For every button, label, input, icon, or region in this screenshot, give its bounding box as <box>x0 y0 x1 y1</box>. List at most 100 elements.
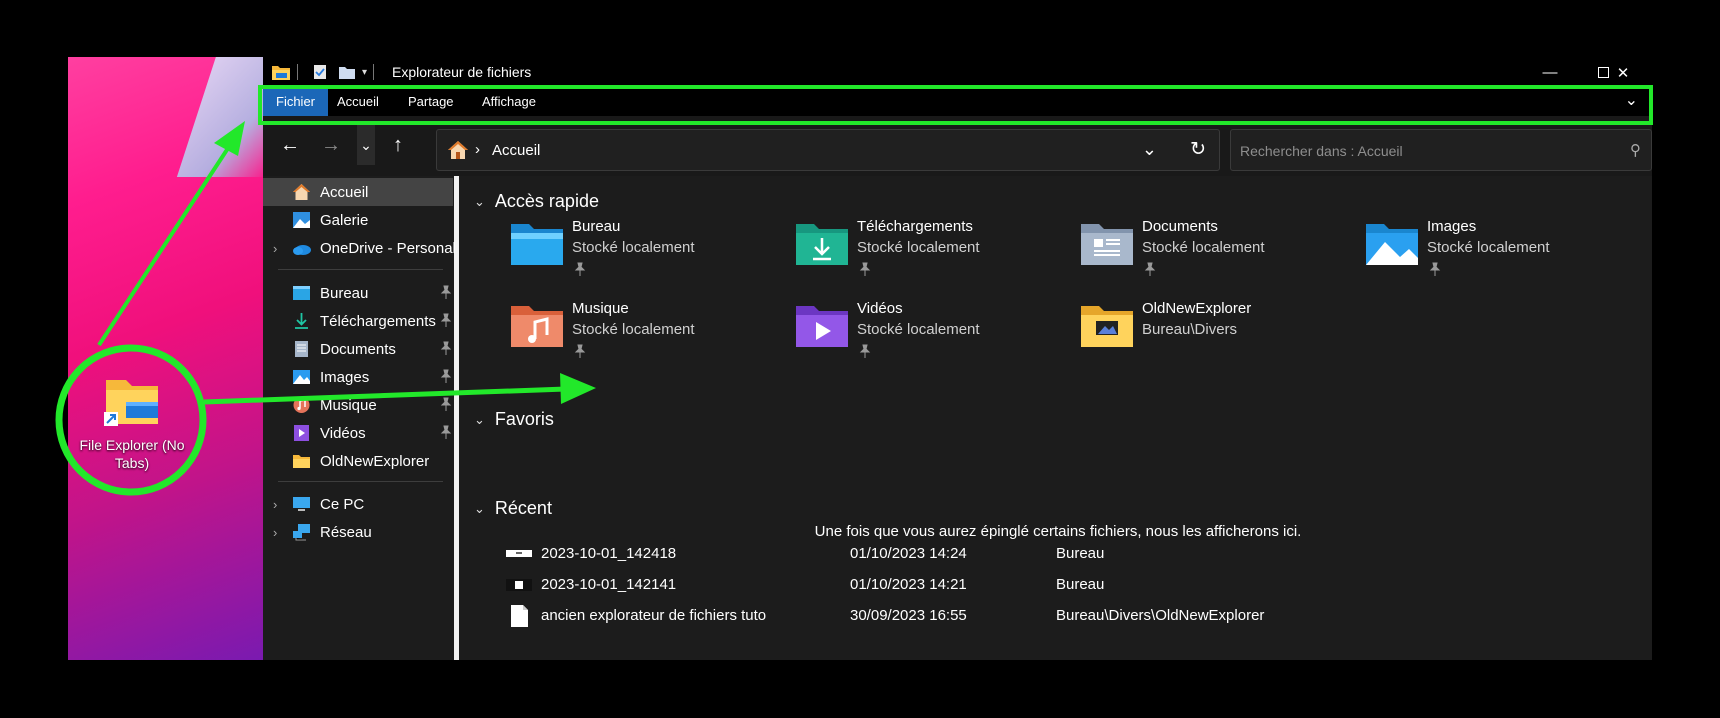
sidebar-divider <box>278 269 443 270</box>
pin-icon <box>1429 262 1441 276</box>
onedrive-icon <box>293 245 311 255</box>
forward-button[interactable]: → <box>316 130 346 160</box>
toolbar-separator <box>373 64 375 80</box>
quick-access-tile-images[interactable]: Images Stocké localement <box>1365 218 1635 282</box>
minimize-icon: — <box>1542 64 1558 81</box>
tile-name: Bureau <box>572 218 621 235</box>
arrow-left-icon: ← <box>280 133 300 156</box>
up-button[interactable]: ↑ <box>383 130 413 160</box>
music-folder-icon <box>511 306 563 347</box>
tab-partage[interactable]: Partage <box>395 88 467 116</box>
sidebar-item-label: Réseau <box>320 523 372 541</box>
sidebar-item-label: Accueil <box>320 183 369 201</box>
sidebar-item-bureau[interactable]: Bureau <box>263 279 453 307</box>
pin-icon[interactable] <box>440 313 452 327</box>
pin-icon[interactable] <box>440 397 452 411</box>
collapse-chevron-icon: ⌄ <box>474 411 485 427</box>
tab-accueil[interactable]: Accueil <box>324 88 392 116</box>
recent-file-name: ancien explorateur de fichiers tuto <box>541 607 767 624</box>
expand-ribbon-chevron-down-icon[interactable]: ⌄ <box>1625 90 1638 110</box>
section-header-recent[interactable]: ⌄ Récent <box>474 498 552 519</box>
quick-access-tile-bureau[interactable]: Bureau Stocké localement <box>510 218 780 282</box>
search-input[interactable] <box>1240 140 1610 162</box>
tab-fichier[interactable]: Fichier <box>263 88 329 116</box>
recent-file-location: Bureau\Divers\OldNewExplorer <box>1056 607 1265 624</box>
sidebar-item-oldnewexplorer[interactable]: OldNewExplorer <box>263 447 453 475</box>
sidebar-item-images[interactable]: Images <box>263 363 453 391</box>
pin-icon[interactable] <box>440 369 452 383</box>
navigation-bar: ← → ⌄ ↑ › Accueil ⌄ ↻ ⚲ <box>263 116 1652 176</box>
navigation-pane: Accueil Galerie › OneDrive - Personal Bu… <box>263 176 459 660</box>
recent-file-date: 30/09/2023 16:55 <box>850 607 967 624</box>
sidebar-item-documents[interactable]: Documents <box>263 335 453 363</box>
file-explorer-shortcut-icon <box>104 380 158 426</box>
title-bar: ▾ Explorateur de fichiers — ✕ <box>263 57 1652 88</box>
pin-icon <box>574 344 586 358</box>
videos-icon <box>294 425 309 441</box>
section-header-favorites[interactable]: ⌄ Favoris <box>474 409 554 430</box>
tile-subtitle: Stocké localement <box>1427 239 1550 256</box>
recent-file-row[interactable]: 2023-10-01_142418 01/10/2023 14:24 Burea… <box>504 540 1604 568</box>
section-header-quick-access[interactable]: ⌄ Accès rapide <box>474 191 599 212</box>
back-button[interactable]: ← <box>275 130 305 160</box>
expand-chevron-right-icon[interactable]: › <box>273 497 277 512</box>
quick-access-tile-telechargements[interactable]: Téléchargements Stocké localement <box>795 218 1065 282</box>
sidebar-item-accueil[interactable]: Accueil <box>263 178 453 206</box>
recent-file-name: 2023-10-01_142418 <box>541 545 677 562</box>
pin-icon[interactable] <box>440 285 452 299</box>
tile-name: Documents <box>1142 218 1218 235</box>
sidebar-item-ce-pc[interactable]: › Ce PC <box>263 490 453 518</box>
sidebar-item-label: OneDrive - Personal <box>320 239 456 257</box>
section-title: Favoris <box>494 409 554 429</box>
sidebar-item-musique[interactable]: Musique <box>263 391 453 419</box>
folder-app-icon <box>272 66 290 80</box>
file-explorer-shortcut-label: File Explorer (No Tabs) <box>79 437 185 471</box>
search-box[interactable]: ⚲ <box>1230 129 1652 171</box>
download-icon <box>295 313 308 329</box>
sidebar-item-label: Musique <box>320 396 377 414</box>
sidebar-item-telechargements[interactable]: Téléchargements <box>263 307 453 335</box>
recent-file-row[interactable]: 2023-10-01_142141 01/10/2023 14:21 Burea… <box>504 571 1604 599</box>
section-title: Récent <box>494 498 552 518</box>
sidebar-item-videos[interactable]: Vidéos <box>263 419 453 447</box>
breadcrumb-separator-icon: › <box>475 141 480 158</box>
pin-icon[interactable] <box>440 425 452 439</box>
network-icon <box>293 524 310 541</box>
expand-chevron-right-icon[interactable]: › <box>273 525 277 540</box>
sidebar-item-galerie[interactable]: Galerie <box>263 206 453 234</box>
pc-icon <box>293 497 310 511</box>
sidebar-item-reseau[interactable]: › Réseau <box>263 518 453 546</box>
desktop-wallpaper <box>68 57 263 660</box>
expand-chevron-right-icon[interactable]: › <box>273 241 277 256</box>
image-file-icon <box>506 579 532 591</box>
recent-locations-button[interactable]: ⌄ <box>357 125 375 165</box>
new-folder-icon[interactable] <box>338 64 356 80</box>
quick-access-tile-documents[interactable]: Documents Stocké localement <box>1080 218 1350 282</box>
pin-icon[interactable] <box>440 341 452 355</box>
tab-affichage[interactable]: Affichage <box>469 88 549 116</box>
pictures-icon <box>293 370 310 384</box>
arrow-right-icon: → <box>321 133 341 156</box>
quick-access-toolbar: ▾ <box>271 62 375 82</box>
content-pane: ⌄ Accès rapide Bureau Stocké localement … <box>464 176 1652 660</box>
address-history-chevron-down-icon[interactable]: ⌄ <box>1142 139 1157 160</box>
quick-access-tile-musique[interactable]: Musique Stocké localement <box>510 300 780 364</box>
close-button[interactable]: ✕ <box>1594 57 1652 88</box>
sidebar-item-label: Vidéos <box>320 424 366 442</box>
customize-toolbar-icon[interactable]: ▾ <box>362 67 367 78</box>
recent-file-row[interactable]: ancien explorateur de fichiers tuto 30/0… <box>504 602 1604 630</box>
desktop-folder-icon <box>293 286 310 300</box>
tile-subtitle: Stocké localement <box>857 239 980 256</box>
minimize-button[interactable]: — <box>1521 57 1579 88</box>
address-bar[interactable]: › Accueil ⌄ ↻ <box>436 129 1220 171</box>
breadcrumb-accueil[interactable]: Accueil <box>492 142 540 159</box>
documents-folder-icon <box>1081 224 1133 265</box>
quick-access-tile-oldnewexplorer[interactable]: OldNewExplorer Bureau\Divers <box>1080 300 1350 364</box>
sidebar-item-onedrive[interactable]: › OneDrive - Personal <box>263 234 456 262</box>
tile-name: Téléchargements <box>857 218 973 235</box>
folder-icon <box>293 455 310 468</box>
file-explorer-shortcut[interactable]: File Explorer (No Tabs) <box>68 372 196 472</box>
properties-icon[interactable] <box>312 64 328 80</box>
refresh-icon[interactable]: ↻ <box>1190 138 1206 161</box>
quick-access-tile-videos[interactable]: Vidéos Stocké localement <box>795 300 1065 364</box>
